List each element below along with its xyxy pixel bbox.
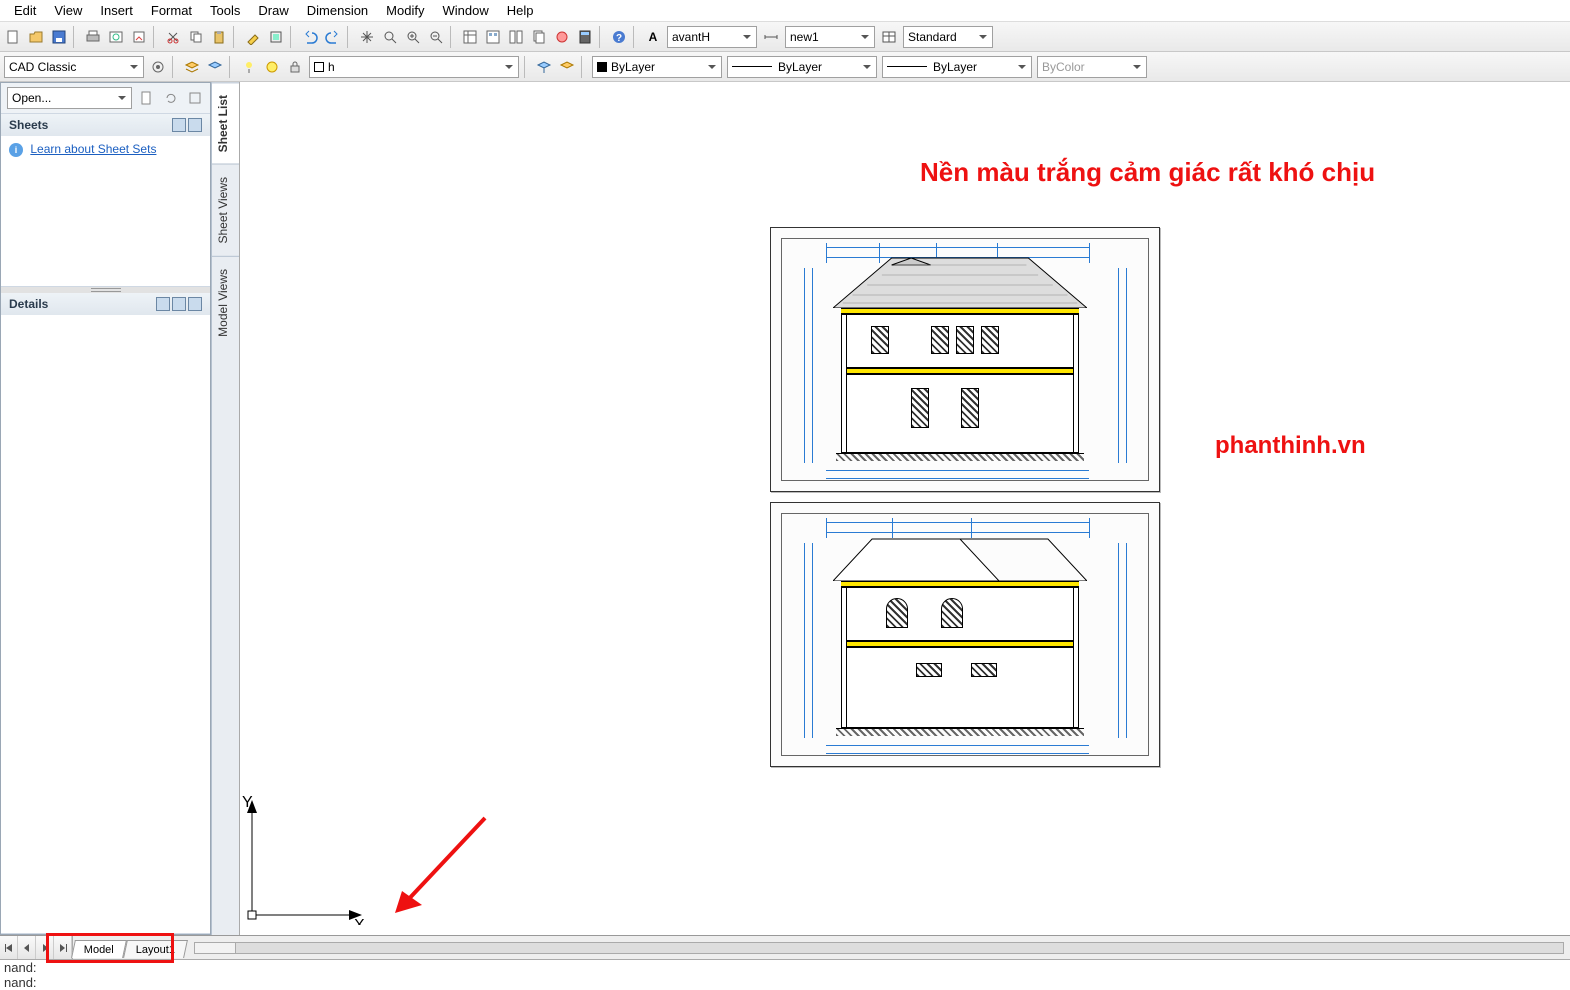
vtab-model-views[interactable]: Model Views	[212, 256, 239, 349]
dim-style-icon[interactable]	[760, 26, 782, 48]
new-icon[interactable]	[2, 26, 24, 48]
ucs-y-label: Y	[242, 795, 253, 811]
redo-icon[interactable]	[322, 26, 344, 48]
svg-text:?: ?	[616, 33, 622, 44]
layer-combo[interactable]: h	[309, 56, 519, 78]
details-header-btn-2[interactable]	[172, 297, 186, 311]
tab-nav-prev[interactable]	[18, 936, 36, 959]
sheets-header: Sheets	[1, 114, 210, 136]
properties-icon[interactable]	[459, 26, 481, 48]
details-header: Details	[1, 293, 210, 315]
drawing-area[interactable]: Nền màu trắng cảm giác rất khó chịu phan…	[240, 82, 1570, 935]
menu-dimension[interactable]: Dimension	[299, 1, 376, 20]
publish-icon[interactable]	[128, 26, 150, 48]
menu-format[interactable]: Format	[143, 1, 200, 20]
arched-window	[886, 598, 908, 628]
vertical-tabs: Sheet List Sheet Views Model Views	[211, 82, 239, 935]
menu-modify[interactable]: Modify	[378, 1, 432, 20]
block-editor-icon[interactable]	[265, 26, 287, 48]
color-combo[interactable]: ByLayer	[592, 56, 722, 78]
layer-properties-icon[interactable]	[181, 56, 203, 78]
linetype-combo[interactable]: ByLayer	[727, 56, 877, 78]
red-arrow-annotation	[380, 813, 500, 923]
layer-freeze-icon[interactable]	[261, 56, 283, 78]
help-icon[interactable]: ?	[608, 26, 630, 48]
menu-bar: Edit View Insert Format Tools Draw Dimen…	[0, 0, 1570, 22]
sheetset-open-combo[interactable]: Open...	[7, 87, 132, 109]
menu-tools[interactable]: Tools	[202, 1, 248, 20]
sheet-set-panel: Open... Sheets i Learn about Sheet Sets …	[0, 82, 240, 935]
layer-states-icon[interactable]	[204, 56, 226, 78]
toolbar-row-1: ? A avantH new1 Standard	[0, 22, 1570, 52]
annotation-watermark: phanthinh.vn	[1215, 432, 1366, 460]
ucs-icon: Y X	[242, 795, 372, 925]
markup-icon[interactable]	[551, 26, 573, 48]
plotstyle-combo[interactable]: ByColor	[1037, 56, 1147, 78]
learn-sheetsets-link[interactable]: Learn about Sheet Sets	[30, 142, 156, 156]
toolbar-row-2: CAD Classic h ByLayer ByLayer ByLayer By…	[0, 52, 1570, 82]
style-combo[interactable]: new1	[785, 26, 875, 48]
quickcalc-icon[interactable]	[574, 26, 596, 48]
vtab-sheet-views[interactable]: Sheet Views	[212, 164, 239, 256]
undo-icon[interactable]	[299, 26, 321, 48]
workspace-combo[interactable]: CAD Classic	[4, 56, 144, 78]
paste-icon[interactable]	[208, 26, 230, 48]
design-center-icon[interactable]	[482, 26, 504, 48]
lineweight-combo[interactable]: ByLayer	[882, 56, 1032, 78]
sheets-body: i Learn about Sheet Sets	[1, 136, 210, 286]
red-highlight-box	[46, 933, 174, 963]
command-line-1: nand:	[4, 960, 1566, 975]
table-style-icon[interactable]	[878, 26, 900, 48]
details-header-btn-3[interactable]	[188, 297, 202, 311]
info-icon: i	[9, 143, 23, 157]
zoom-realtime-icon[interactable]	[379, 26, 401, 48]
workspace: Open... Sheets i Learn about Sheet Sets …	[0, 82, 1570, 935]
layer-lock-icon[interactable]	[284, 56, 306, 78]
workspace-settings-icon[interactable]	[147, 56, 169, 78]
svg-text:A: A	[649, 30, 658, 44]
tab-scrollbar[interactable]	[194, 942, 1564, 954]
sheet-set-manager-icon[interactable]	[528, 26, 550, 48]
command-line[interactable]: nand: nand:	[0, 959, 1570, 989]
paper-frame-1	[770, 227, 1160, 492]
sheetset-publish-icon[interactable]	[184, 87, 206, 109]
cut-icon[interactable]	[162, 26, 184, 48]
menu-edit[interactable]: Edit	[6, 1, 44, 20]
sheets-header-btn-2[interactable]	[188, 118, 202, 132]
zoom-window-icon[interactable]	[402, 26, 424, 48]
menu-help[interactable]: Help	[499, 1, 542, 20]
vtab-sheet-list[interactable]: Sheet List	[212, 82, 239, 164]
menu-draw[interactable]: Draw	[250, 1, 296, 20]
copy-icon[interactable]	[185, 26, 207, 48]
match-properties-icon[interactable]	[242, 26, 264, 48]
text-style-icon[interactable]: A	[642, 26, 664, 48]
layout-tab-bar: Model Layout1	[0, 935, 1570, 959]
command-line-2: nand:	[4, 975, 1566, 990]
details-header-btn-1[interactable]	[156, 297, 170, 311]
menu-insert[interactable]: Insert	[92, 1, 141, 20]
menu-window[interactable]: Window	[434, 1, 496, 20]
open-icon[interactable]	[25, 26, 47, 48]
tab-nav-first[interactable]	[0, 936, 18, 959]
rightmost-combo[interactable]: Standard	[903, 26, 993, 48]
pan-icon[interactable]	[356, 26, 378, 48]
sheetset-new-icon[interactable]	[136, 87, 158, 109]
sheets-header-btn-1[interactable]	[172, 118, 186, 132]
paper-frame-2	[770, 502, 1160, 767]
layer-match-icon[interactable]	[556, 56, 578, 78]
annotation-text-top: Nền màu trắng cảm giác rất khó chịu	[920, 157, 1375, 188]
save-icon[interactable]	[48, 26, 70, 48]
ucs-x-label: X	[354, 917, 365, 925]
plot-preview-icon[interactable]	[105, 26, 127, 48]
layer-on-icon[interactable]	[238, 56, 260, 78]
menu-view[interactable]: View	[46, 1, 90, 20]
zoom-previous-icon[interactable]	[425, 26, 447, 48]
tool-palettes-icon[interactable]	[505, 26, 527, 48]
font-combo[interactable]: avantH	[667, 26, 757, 48]
sheetset-refresh-icon[interactable]	[160, 87, 182, 109]
arched-window	[941, 598, 963, 628]
layer-previous-icon[interactable]	[533, 56, 555, 78]
print-icon[interactable]	[82, 26, 104, 48]
details-body	[1, 315, 210, 933]
